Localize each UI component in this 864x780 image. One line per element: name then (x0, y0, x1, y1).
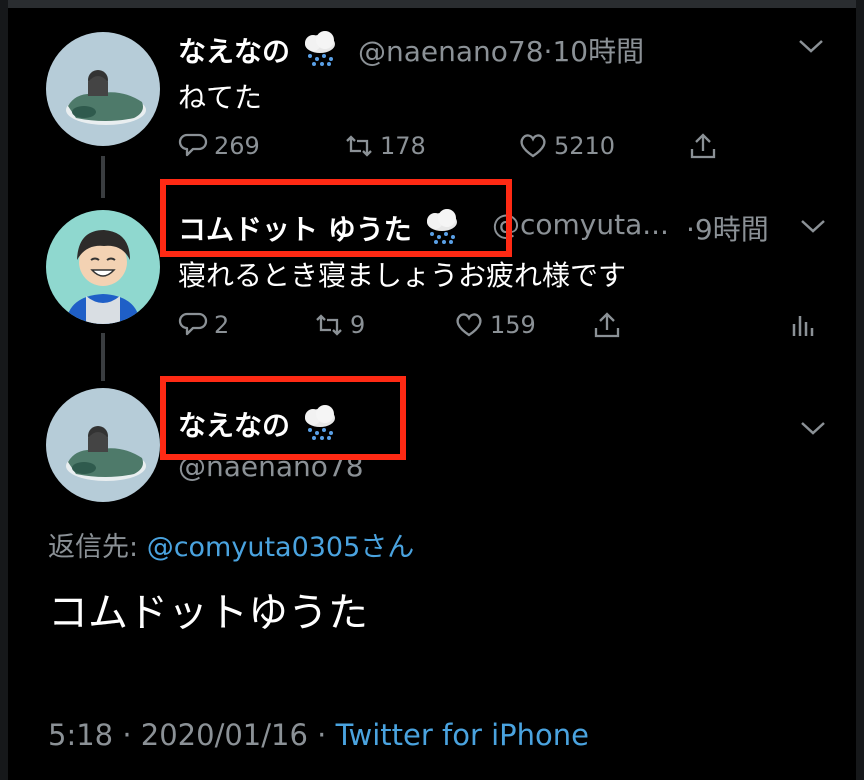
tweet3-time: 5:18 (48, 718, 114, 752)
tweet3-date: 2020/01/16 (140, 718, 308, 752)
highlight-box-name (160, 376, 406, 460)
tweet2-time-wrap: ·9時間 (686, 208, 769, 248)
like-button[interactable]: 159 (454, 310, 536, 340)
tweet2-timestamp[interactable]: 9時間 (695, 213, 769, 246)
share-button[interactable] (592, 310, 622, 340)
heart-icon (520, 134, 546, 158)
highlight-box-name (160, 179, 512, 257)
reply-to-mention-link[interactable]: @comyuta0305さん (147, 532, 415, 563)
retweet-icon (346, 135, 372, 157)
like-count: 159 (490, 311, 536, 339)
share-button[interactable] (688, 131, 718, 161)
thread-line (101, 333, 105, 381)
reply-count: 269 (214, 132, 260, 160)
reply-icon (178, 312, 208, 336)
rain-cloud-icon (304, 31, 335, 66)
separator-dot: · (307, 718, 336, 752)
reply-to-label: 返信先: (48, 532, 147, 563)
chevron-down-icon[interactable] (800, 420, 826, 436)
share-icon (594, 312, 620, 338)
tweet1-text: ねてた (178, 81, 263, 114)
avatar-illustration (46, 210, 160, 324)
tweet-source-link[interactable]: Twitter for iPhone (336, 718, 589, 752)
avatar-comyuta[interactable] (46, 210, 160, 324)
like-count: 5210 (554, 132, 616, 160)
separator-dot: · (686, 213, 695, 246)
avatar-naenano[interactable] (46, 32, 160, 146)
reply-count: 2 (214, 311, 230, 339)
separator-dot: · (113, 718, 141, 752)
like-button[interactable]: 5210 (518, 131, 615, 161)
tweet2-handle-time: @comyuta... (492, 208, 669, 241)
tweet1-handle[interactable]: @naenano78 (358, 35, 544, 68)
chevron-down-icon[interactable] (800, 218, 826, 234)
author-name-text: なえなの (178, 35, 291, 68)
tweet1-timestamp[interactable]: 10時間 (552, 35, 644, 68)
analytics-icon (792, 316, 814, 336)
tweet1-author-name[interactable]: なえなの (178, 30, 340, 70)
tweet2-text: 寝れるとき寝ましょうお疲れ様です (178, 259, 627, 292)
avatar-illustration (46, 388, 160, 502)
heart-icon (456, 313, 482, 337)
tweet3-text: コムドットゆうた (48, 590, 368, 636)
tweet3-metadata: 5:18 · 2020/01/16 · Twitter for iPhone (48, 718, 589, 752)
analytics-button[interactable] (788, 310, 818, 340)
reply-button[interactable]: 2 (178, 310, 229, 340)
retweet-button[interactable]: 9 (314, 310, 365, 340)
retweet-button[interactable]: 178 (344, 131, 426, 161)
share-icon (690, 133, 716, 159)
thread-line (101, 156, 105, 198)
reply-to-line: 返信先: @comyuta0305さん (48, 525, 414, 564)
avatar-illustration (46, 32, 160, 146)
tweet2-handle[interactable]: @comyuta... (492, 208, 669, 241)
chevron-down-icon[interactable] (798, 38, 824, 54)
retweet-count: 178 (380, 132, 426, 160)
retweet-count: 9 (350, 311, 366, 339)
window-frame-top (0, 0, 864, 8)
tweet1-handle-time: @naenano78·10時間 (358, 30, 644, 70)
reply-button[interactable]: 269 (178, 131, 260, 161)
retweet-icon (316, 314, 342, 336)
reply-icon (178, 133, 208, 157)
window-frame-left (0, 0, 8, 780)
avatar-naenano[interactable] (46, 388, 160, 502)
window-frame-right (856, 0, 864, 780)
